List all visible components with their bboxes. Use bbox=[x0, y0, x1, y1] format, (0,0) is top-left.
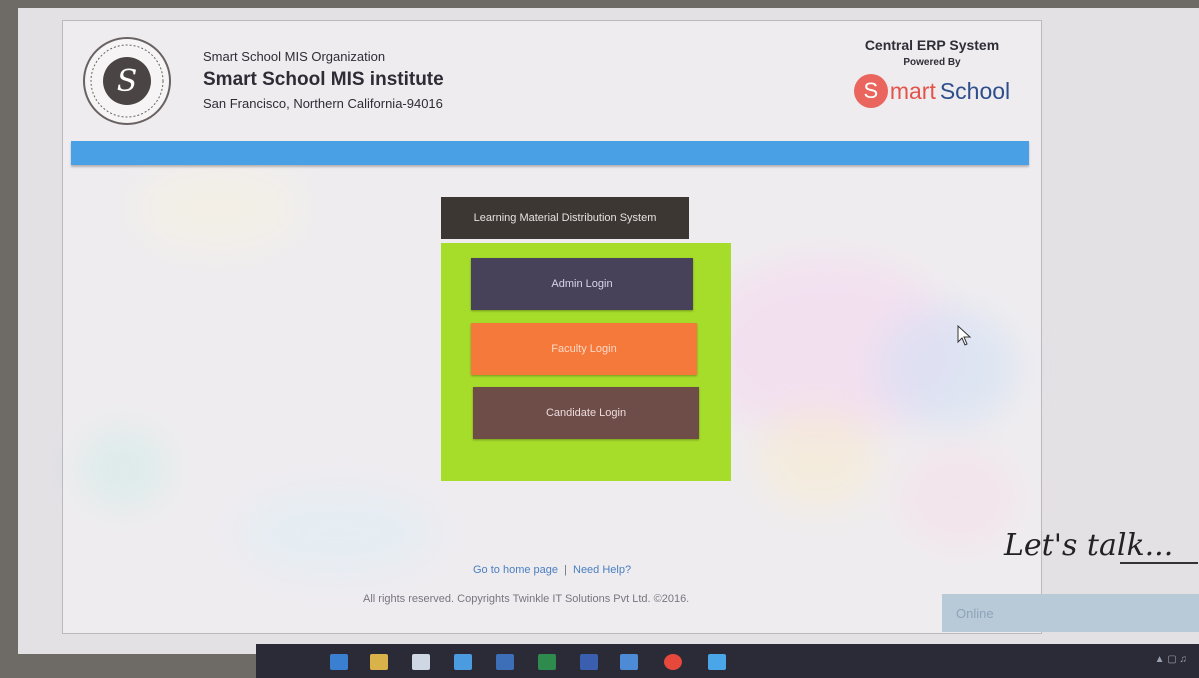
login-panel: Admin Login Faculty Login Candidate Logi… bbox=[441, 243, 731, 481]
institute-name: Smart School MIS institute bbox=[203, 69, 444, 90]
candidate-login-button[interactable]: Candidate Login bbox=[473, 387, 699, 439]
excel-icon[interactable] bbox=[538, 654, 556, 670]
system-tray[interactable]: ▲ ▢ ♫ bbox=[1155, 654, 1187, 665]
lets-talk-underline bbox=[1120, 562, 1198, 564]
brand-s-badge: S bbox=[853, 74, 888, 108]
chat-online-status[interactable]: Online bbox=[942, 594, 1199, 632]
organization-name: Smart School MIS Organization bbox=[203, 49, 386, 64]
system-title: Learning Material Distribution System bbox=[441, 197, 689, 239]
network-icon[interactable] bbox=[412, 654, 430, 670]
footer-separator: | bbox=[564, 564, 567, 576]
footer-links: Go to home page | Need Help? bbox=[473, 564, 631, 576]
institute-address: San Francisco, Northern California-94016 bbox=[203, 96, 443, 111]
task-view-icon[interactable] bbox=[330, 654, 348, 670]
faculty-login-button[interactable]: Faculty Login bbox=[471, 323, 697, 375]
brand-mart-text: mart bbox=[889, 77, 936, 104]
institute-seal-logo: S bbox=[83, 37, 171, 125]
chrome-icon[interactable] bbox=[664, 654, 682, 670]
page-container: S Smart School MIS Organization Smart Sc… bbox=[62, 20, 1042, 634]
home-page-link[interactable]: Go to home page bbox=[473, 564, 558, 576]
smart-school-logo: S mart School bbox=[837, 74, 1027, 108]
powered-by-label: Powered By bbox=[903, 57, 961, 68]
mouse-cursor-icon bbox=[957, 325, 972, 346]
copyright-text: All rights reserved. Copyrights Twinkle … bbox=[363, 593, 690, 605]
page-header: S Smart School MIS Organization Smart Sc… bbox=[63, 21, 1041, 139]
photos-icon[interactable] bbox=[620, 654, 638, 670]
onedrive-icon[interactable] bbox=[454, 654, 472, 670]
file-explorer-icon[interactable] bbox=[370, 654, 388, 670]
header-divider-bar bbox=[71, 141, 1029, 165]
app-icon[interactable] bbox=[580, 654, 598, 670]
store-icon[interactable] bbox=[496, 654, 514, 670]
windows-taskbar: ▲ ▢ ♫ bbox=[256, 644, 1199, 678]
erp-branding: Central ERP System Powered By S mart Sch… bbox=[837, 37, 1027, 108]
admin-login-button[interactable]: Admin Login bbox=[471, 258, 693, 310]
need-help-link[interactable]: Need Help? bbox=[573, 564, 631, 576]
organization-info: Smart School MIS Organization Smart Scho… bbox=[203, 49, 444, 111]
seal-ring bbox=[90, 44, 164, 118]
erp-title: Central ERP System bbox=[864, 37, 1000, 53]
lets-talk-chat-label[interactable]: Let's talk... bbox=[1004, 528, 1173, 563]
brand-school-text: School bbox=[939, 77, 1011, 104]
cloud-icon[interactable] bbox=[708, 654, 726, 670]
